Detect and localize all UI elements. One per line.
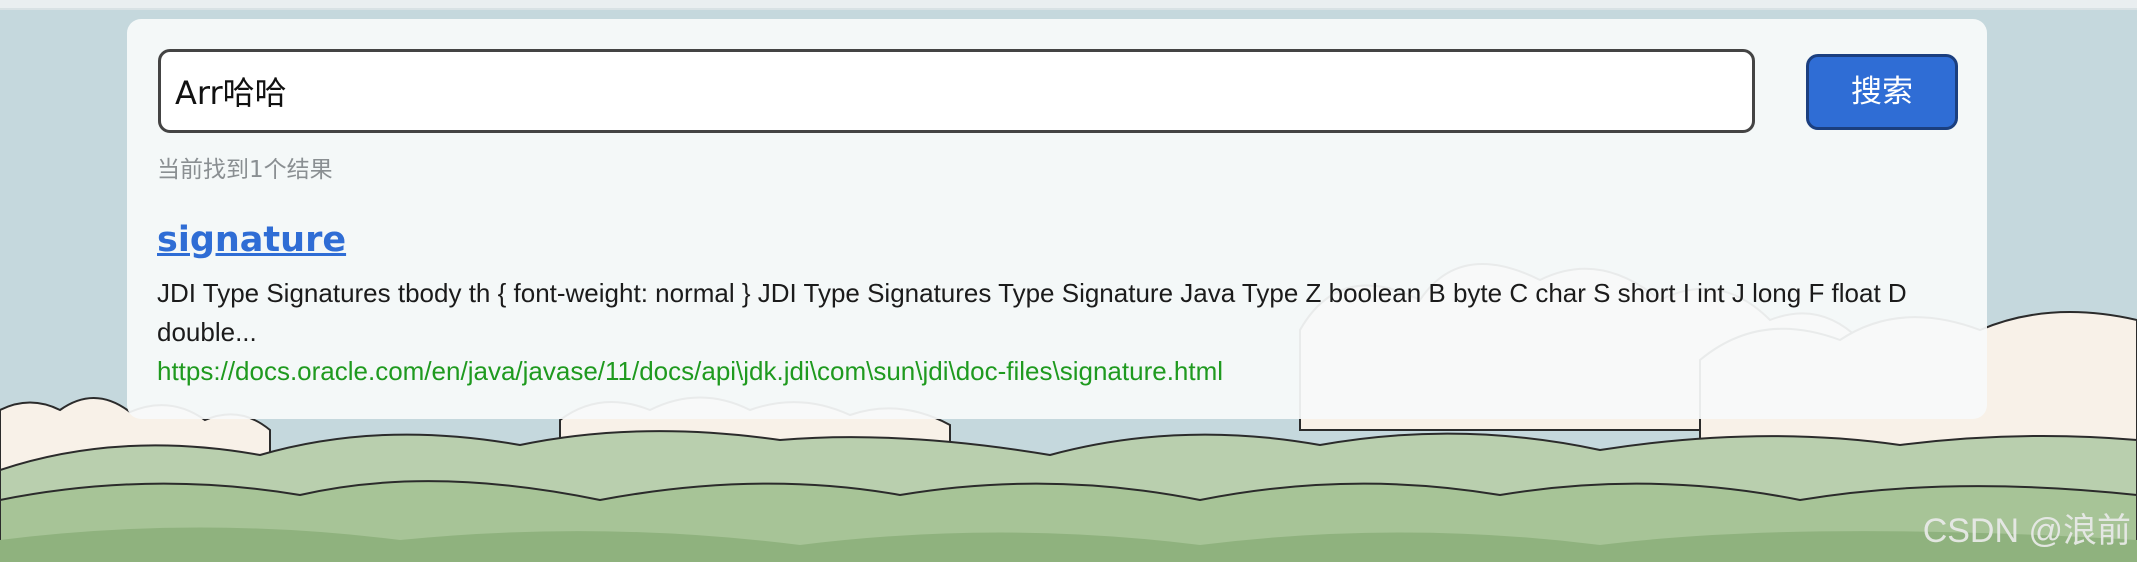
result-snippet: JDI Type Signatures tbody th { font-weig… bbox=[157, 278, 1907, 347]
search-input[interactable] bbox=[158, 49, 1755, 133]
result-item: signature JDI Type Signatures tbody th {… bbox=[157, 218, 1957, 391]
result-title-link[interactable]: signature bbox=[157, 218, 346, 262]
result-url-link[interactable]: https://docs.oracle.com/en/java/javase/1… bbox=[157, 352, 1957, 391]
watermark: CSDN @浪前 bbox=[1922, 512, 2131, 550]
top-strip bbox=[0, 0, 2137, 10]
result-count: 当前找到1个结果 bbox=[157, 157, 333, 183]
search-button[interactable]: 搜索 bbox=[1806, 54, 1958, 130]
